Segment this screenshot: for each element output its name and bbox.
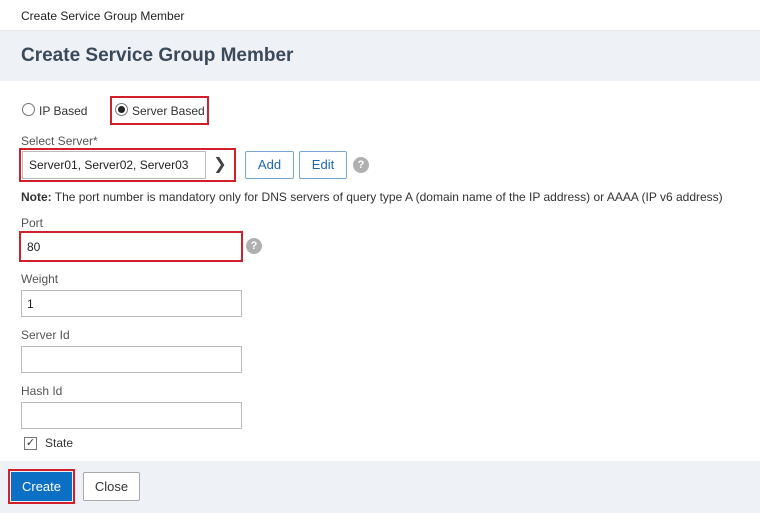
help-icon[interactable]: ? bbox=[353, 157, 369, 173]
server-based-highlight bbox=[110, 96, 209, 125]
server-id-input[interactable] bbox=[21, 346, 242, 373]
port-highlight bbox=[19, 231, 243, 262]
note-prefix: Note: bbox=[21, 190, 52, 204]
ip-based-label[interactable]: IP Based bbox=[39, 104, 87, 118]
page-title: Create Service Group Member bbox=[21, 45, 294, 66]
hash-id-label: Hash Id bbox=[21, 384, 63, 398]
server-id-label: Server Id bbox=[21, 328, 70, 342]
weight-input[interactable]: 1 bbox=[21, 290, 242, 317]
window-titlebar: Create Service Group Member bbox=[0, 0, 760, 31]
select-server-highlight bbox=[19, 148, 236, 182]
port-note: Note: The port number is mandatory only … bbox=[21, 190, 723, 204]
close-button[interactable]: Close bbox=[83, 472, 140, 501]
create-highlight bbox=[8, 469, 75, 504]
weight-label: Weight bbox=[21, 272, 59, 286]
window-title: Create Service Group Member bbox=[21, 9, 185, 23]
note-text: The port number is mandatory only for DN… bbox=[51, 190, 723, 204]
dialog-header: Create Service Group Member bbox=[0, 31, 760, 81]
bottom-strip bbox=[0, 513, 760, 520]
state-checkbox[interactable]: ✓ bbox=[24, 437, 37, 450]
port-label: Port bbox=[21, 216, 44, 230]
help-icon[interactable]: ? bbox=[246, 238, 262, 254]
edit-server-button[interactable]: Edit bbox=[299, 151, 347, 179]
checkmark-icon: ✓ bbox=[25, 437, 36, 449]
ip-based-radio[interactable] bbox=[22, 103, 35, 116]
hash-id-input[interactable] bbox=[21, 402, 242, 429]
select-server-label: Select Server* bbox=[21, 134, 98, 148]
state-label: State bbox=[45, 436, 74, 450]
add-server-button[interactable]: Add bbox=[245, 151, 294, 179]
